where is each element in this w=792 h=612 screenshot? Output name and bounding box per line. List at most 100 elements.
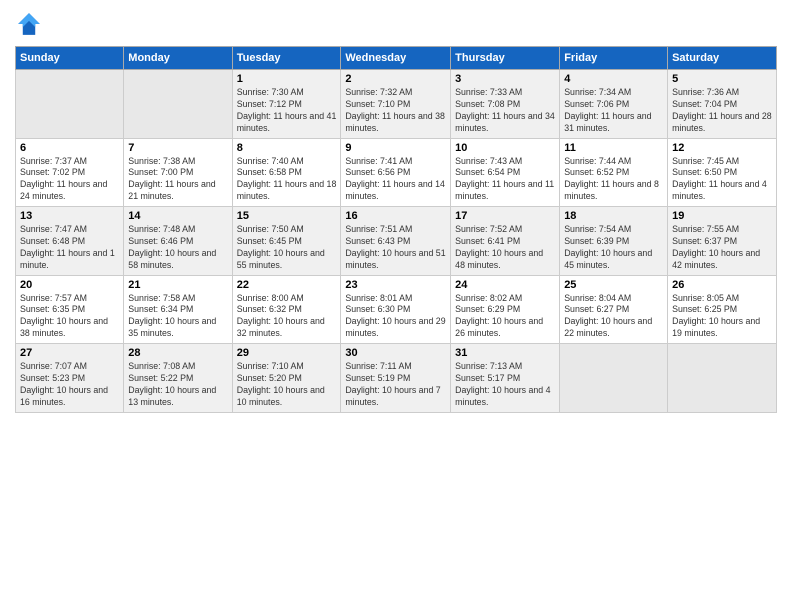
day-number: 7 (128, 142, 227, 154)
weekday-header-row: SundayMondayTuesdayWednesdayThursdayFrid… (16, 47, 777, 70)
day-number: 24 (455, 279, 555, 291)
day-info: Sunrise: 7:37 AMSunset: 7:02 PMDaylight:… (20, 156, 119, 204)
weekday-header-monday: Monday (124, 47, 232, 70)
calendar-day-cell: 3 Sunrise: 7:33 AMSunset: 7:08 PMDaylight… (451, 70, 560, 139)
day-number: 2 (345, 73, 446, 85)
day-number: 4 (564, 73, 663, 85)
day-number: 20 (20, 279, 119, 291)
day-info: Sunrise: 7:40 AMSunset: 6:58 PMDaylight:… (237, 156, 337, 204)
calendar-week-row: 20 Sunrise: 7:57 AMSunset: 6:35 PMDayligh… (16, 275, 777, 344)
calendar-day-cell: 9 Sunrise: 7:41 AMSunset: 6:56 PMDaylight… (341, 138, 451, 207)
day-info: Sunrise: 7:07 AMSunset: 5:23 PMDaylight:… (20, 361, 119, 409)
calendar-week-row: 6 Sunrise: 7:37 AMSunset: 7:02 PMDaylight… (16, 138, 777, 207)
calendar-header (15, 10, 777, 38)
day-info: Sunrise: 7:45 AMSunset: 6:50 PMDaylight:… (672, 156, 772, 204)
day-info: Sunrise: 8:05 AMSunset: 6:25 PMDaylight:… (672, 293, 772, 341)
day-info: Sunrise: 7:32 AMSunset: 7:10 PMDaylight:… (345, 87, 446, 135)
day-info: Sunrise: 7:33 AMSunset: 7:08 PMDaylight:… (455, 87, 555, 135)
day-number: 30 (345, 347, 446, 359)
day-info: Sunrise: 7:52 AMSunset: 6:41 PMDaylight:… (455, 224, 555, 272)
day-number: 10 (455, 142, 555, 154)
day-number: 31 (455, 347, 555, 359)
calendar-day-cell: 7 Sunrise: 7:38 AMSunset: 7:00 PMDaylight… (124, 138, 232, 207)
day-number: 26 (672, 279, 772, 291)
calendar-week-row: 13Sunrise: 7:47 AMSunset: 6:48 PMDayligh… (16, 207, 777, 276)
calendar-day-cell: 30 Sunrise: 7:11 AMSunset: 5:19 PMDayligh… (341, 344, 451, 413)
calendar-container: SundayMondayTuesdayWednesdayThursdayFrid… (0, 0, 792, 612)
weekday-header-wednesday: Wednesday (341, 47, 451, 70)
day-info: Sunrise: 7:10 AMSunset: 5:20 PMDaylight:… (237, 361, 337, 409)
calendar-day-cell: 21Sunrise: 7:58 AMSunset: 6:34 PMDayligh… (124, 275, 232, 344)
day-info: Sunrise: 7:13 AMSunset: 5:17 PMDaylight:… (455, 361, 555, 409)
day-number: 5 (672, 73, 772, 85)
weekday-header-friday: Friday (560, 47, 668, 70)
calendar-day-cell: 16 Sunrise: 7:51 AMSunset: 6:43 PMDayligh… (341, 207, 451, 276)
day-info: Sunrise: 7:41 AMSunset: 6:56 PMDaylight:… (345, 156, 446, 204)
day-number: 8 (237, 142, 337, 154)
day-number: 1 (237, 73, 337, 85)
day-info: Sunrise: 7:57 AMSunset: 6:35 PMDaylight:… (20, 293, 119, 341)
day-number: 25 (564, 279, 663, 291)
calendar-day-cell: 17 Sunrise: 7:52 AMSunset: 6:41 PMDayligh… (451, 207, 560, 276)
weekday-header-saturday: Saturday (668, 47, 777, 70)
calendar-day-cell (560, 344, 668, 413)
day-info: Sunrise: 7:08 AMSunset: 5:22 PMDaylight:… (128, 361, 227, 409)
day-number: 19 (672, 210, 772, 222)
calendar-day-cell: 24 Sunrise: 8:02 AMSunset: 6:29 PMDayligh… (451, 275, 560, 344)
calendar-day-cell: 8 Sunrise: 7:40 AMSunset: 6:58 PMDaylight… (232, 138, 341, 207)
calendar-day-cell: 6 Sunrise: 7:37 AMSunset: 7:02 PMDaylight… (16, 138, 124, 207)
calendar-day-cell: 15 Sunrise: 7:50 AMSunset: 6:45 PMDayligh… (232, 207, 341, 276)
calendar-day-cell (124, 70, 232, 139)
day-number: 12 (672, 142, 772, 154)
weekday-header-tuesday: Tuesday (232, 47, 341, 70)
day-number: 18 (564, 210, 663, 222)
calendar-day-cell: 10Sunrise: 7:43 AMSunset: 6:54 PMDayligh… (451, 138, 560, 207)
calendar-day-cell: 18 Sunrise: 7:54 AMSunset: 6:39 PMDayligh… (560, 207, 668, 276)
calendar-day-cell: 19 Sunrise: 7:55 AMSunset: 6:37 PMDayligh… (668, 207, 777, 276)
day-number: 15 (237, 210, 337, 222)
day-info: Sunrise: 7:44 AMSunset: 6:52 PMDaylight:… (564, 156, 663, 204)
calendar-day-cell (668, 344, 777, 413)
day-number: 21 (128, 279, 227, 291)
day-info: Sunrise: 7:48 AMSunset: 6:46 PMDaylight:… (128, 224, 227, 272)
day-info: Sunrise: 7:30 AMSunset: 7:12 PMDaylight:… (237, 87, 337, 135)
day-info: Sunrise: 7:38 AMSunset: 7:00 PMDaylight:… (128, 156, 227, 204)
calendar-day-cell: 23Sunrise: 8:01 AMSunset: 6:30 PMDayligh… (341, 275, 451, 344)
day-info: Sunrise: 7:36 AMSunset: 7:04 PMDaylight:… (672, 87, 772, 135)
day-info: Sunrise: 7:51 AMSunset: 6:43 PMDaylight:… (345, 224, 446, 272)
day-info: Sunrise: 8:01 AMSunset: 6:30 PMDaylight:… (345, 293, 446, 341)
calendar-day-cell: 14 Sunrise: 7:48 AMSunset: 6:46 PMDayligh… (124, 207, 232, 276)
calendar-day-cell: 4 Sunrise: 7:34 AMSunset: 7:06 PMDaylight… (560, 70, 668, 139)
calendar-week-row: 27 Sunrise: 7:07 AMSunset: 5:23 PMDayligh… (16, 344, 777, 413)
calendar-day-cell: 13Sunrise: 7:47 AMSunset: 6:48 PMDayligh… (16, 207, 124, 276)
day-info: Sunrise: 8:00 AMSunset: 6:32 PMDaylight:… (237, 293, 337, 341)
logo-icon (15, 10, 43, 38)
day-number: 27 (20, 347, 119, 359)
day-number: 3 (455, 73, 555, 85)
day-info: Sunrise: 8:02 AMSunset: 6:29 PMDaylight:… (455, 293, 555, 341)
day-number: 28 (128, 347, 227, 359)
day-number: 14 (128, 210, 227, 222)
day-info: Sunrise: 7:11 AMSunset: 5:19 PMDaylight:… (345, 361, 446, 409)
day-number: 9 (345, 142, 446, 154)
day-number: 13 (20, 210, 119, 222)
weekday-header-sunday: Sunday (16, 47, 124, 70)
calendar-week-row: 1 Sunrise: 7:30 AMSunset: 7:12 PMDaylight… (16, 70, 777, 139)
calendar-day-cell: 28 Sunrise: 7:08 AMSunset: 5:22 PMDayligh… (124, 344, 232, 413)
day-number: 17 (455, 210, 555, 222)
calendar-day-cell: 12 Sunrise: 7:45 AMSunset: 6:50 PMDayligh… (668, 138, 777, 207)
calendar-day-cell: 22Sunrise: 8:00 AMSunset: 6:32 PMDayligh… (232, 275, 341, 344)
day-number: 6 (20, 142, 119, 154)
day-info: Sunrise: 7:55 AMSunset: 6:37 PMDaylight:… (672, 224, 772, 272)
day-info: Sunrise: 7:50 AMSunset: 6:45 PMDaylight:… (237, 224, 337, 272)
day-info: Sunrise: 7:34 AMSunset: 7:06 PMDaylight:… (564, 87, 663, 135)
calendar-day-cell (16, 70, 124, 139)
day-info: Sunrise: 8:04 AMSunset: 6:27 PMDaylight:… (564, 293, 663, 341)
logo (15, 10, 47, 38)
calendar-day-cell: 25 Sunrise: 8:04 AMSunset: 6:27 PMDayligh… (560, 275, 668, 344)
day-number: 16 (345, 210, 446, 222)
calendar-day-cell: 5 Sunrise: 7:36 AMSunset: 7:04 PMDaylight… (668, 70, 777, 139)
calendar-day-cell: 27 Sunrise: 7:07 AMSunset: 5:23 PMDayligh… (16, 344, 124, 413)
calendar-day-cell: 1 Sunrise: 7:30 AMSunset: 7:12 PMDaylight… (232, 70, 341, 139)
day-info: Sunrise: 7:54 AMSunset: 6:39 PMDaylight:… (564, 224, 663, 272)
